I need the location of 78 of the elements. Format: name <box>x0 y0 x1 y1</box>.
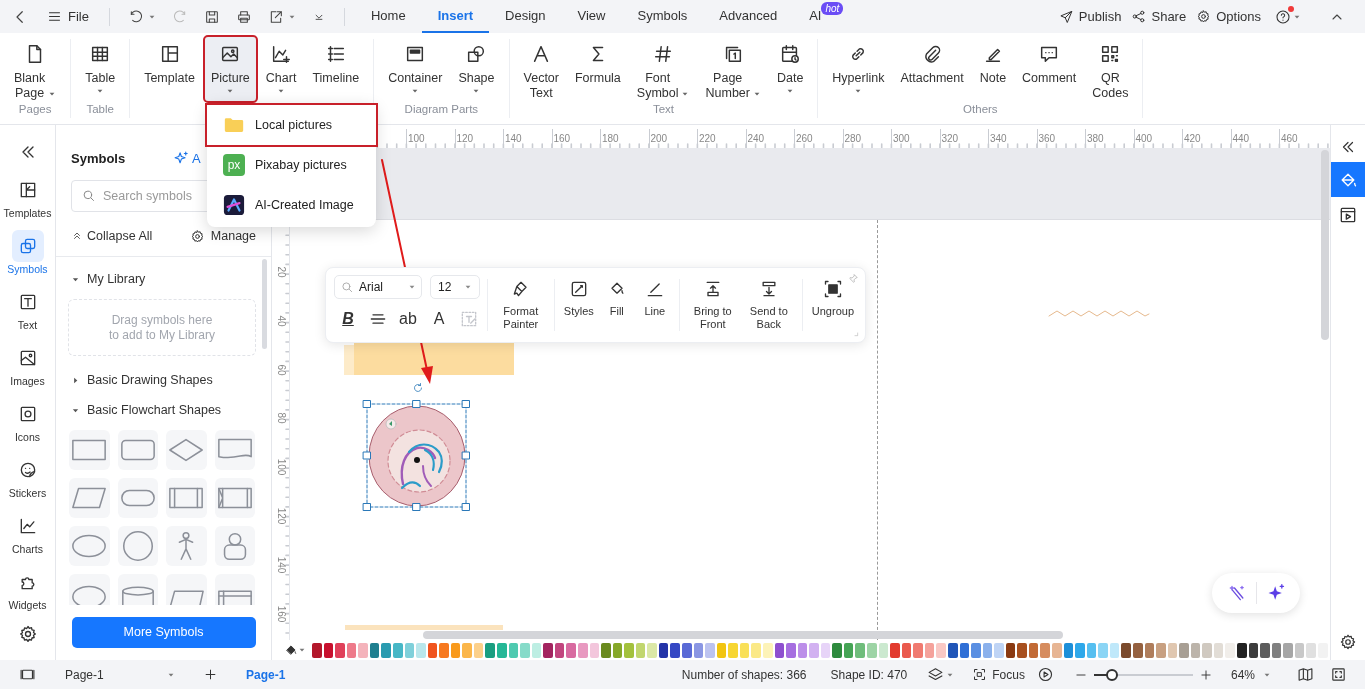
sidebar-tab[interactable]: Symbols <box>1 230 54 286</box>
ribbon-button[interactable]: Picture <box>204 37 256 101</box>
group-label: Diagram Parts <box>404 102 479 117</box>
format-button[interactable]: A <box>428 309 450 329</box>
collapse-all-button[interactable]: Collapse All <box>71 226 153 246</box>
sidebar-tab[interactable]: Stickers <box>1 454 54 510</box>
drop-zone: Drag symbols here to add to My Library <box>68 299 256 356</box>
ruler-label: 160 <box>275 604 287 624</box>
ai-button[interactable]: A <box>173 148 201 169</box>
ribbon-button[interactable]: QR Codes <box>1086 37 1135 101</box>
sidebar-tab[interactable]: Images <box>1 342 54 398</box>
menu-item[interactable]: Local pictures <box>207 105 376 145</box>
toolbar-button[interactable]: Ungroup <box>808 275 857 335</box>
ribbon-button[interactable]: Date <box>770 37 810 101</box>
ribbon-button[interactable]: Formula <box>568 37 627 101</box>
ruler-label: 60 <box>275 363 287 378</box>
group-label: Text <box>652 102 674 117</box>
menu-tab[interactable]: View <box>561 0 622 33</box>
shape-id: Shape ID: 470 <box>830 666 908 684</box>
format-button[interactable]: ab <box>397 309 419 329</box>
menu-tab[interactable]: Home <box>354 0 422 33</box>
ruler-label: 40 <box>275 314 287 329</box>
ribbon-button[interactable]: Comment <box>1016 37 1083 101</box>
toolbar-button[interactable]: Bring to Front <box>685 275 740 335</box>
page-tab[interactable]: Page-1 <box>240 665 292 684</box>
header-button[interactable]: Options <box>1196 6 1261 27</box>
sidebar-tab[interactable]: Templates <box>1 174 54 230</box>
ribbon-button[interactable]: Timeline <box>306 37 366 101</box>
font-select[interactable]: Arial <box>334 275 422 299</box>
size-select[interactable]: 12 <box>430 275 480 299</box>
menu-tab[interactable]: Design <box>489 0 562 33</box>
file-menu[interactable]: File <box>47 6 89 27</box>
header-button[interactable]: Publish <box>1058 6 1122 27</box>
ribbon-button[interactable]: Font Symbol <box>630 37 696 101</box>
format-button[interactable]: B <box>337 309 359 329</box>
ribbon-button[interactable]: Table <box>79 37 122 101</box>
pixabay-logo: px <box>223 154 245 176</box>
zoom-dropdown[interactable]: 64% <box>1230 665 1271 684</box>
ribbon-button[interactable]: Page Number <box>699 37 767 101</box>
ribbon-button[interactable]: Vector Text <box>517 37 565 101</box>
toolbar-button[interactable]: Format Painter <box>493 275 548 335</box>
hot-badge: hot <box>821 2 844 15</box>
section-header[interactable]: Basic Flowchart Shapes <box>71 400 222 420</box>
ruler-label: 20 <box>275 265 287 280</box>
ribbon-button[interactable]: Blank Page <box>8 37 63 101</box>
ribbon-button[interactable]: Chart <box>259 37 303 101</box>
manage-button[interactable]: Manage <box>189 226 256 246</box>
group-label: Pages <box>18 102 52 117</box>
section-header[interactable]: Basic Drawing Shapes <box>71 370 213 390</box>
ribbon-button[interactable]: Container <box>382 37 449 101</box>
sidebar-tab[interactable]: Widgets <box>1 566 54 622</box>
toolbar-button[interactable]: Fill <box>598 275 635 335</box>
ribbon-button[interactable]: Template <box>138 37 201 101</box>
ruler-label: 80 <box>275 411 287 426</box>
toolbar-button[interactable]: Line <box>636 275 673 335</box>
group-label: Others <box>963 102 998 117</box>
ribbon-button[interactable]: Note <box>973 37 1013 101</box>
toolbar-button[interactable]: Styles <box>560 275 597 335</box>
ruler-label: 120 <box>275 506 287 527</box>
menu-tab[interactable]: Advanced <box>703 0 794 33</box>
toolbar-button[interactable]: Send to Back <box>741 275 796 335</box>
panel-title: Symbols <box>71 149 127 168</box>
more-symbols-button[interactable]: More Symbols <box>71 617 256 648</box>
shape-count: Number of shapes: 366 <box>681 666 807 684</box>
ribbon-button[interactable]: Shape <box>452 37 501 101</box>
menu-tab[interactable]: Symbols <box>621 0 704 33</box>
sidebar-tab[interactable]: Charts <box>1 510 54 566</box>
group-label: Table <box>86 102 114 117</box>
section-header[interactable]: My Library <box>71 269 146 289</box>
header-button[interactable]: Share <box>1131 6 1187 27</box>
ruler-label: 140 <box>275 555 287 576</box>
ruler-label: 100 <box>275 457 287 478</box>
sidebar-tab[interactable]: Icons <box>1 398 54 454</box>
ribbon-button[interactable]: Hyperlink <box>826 37 891 101</box>
page-dropdown[interactable]: Page-1 <box>64 665 179 684</box>
ribbon-button[interactable]: Attachment <box>894 37 970 101</box>
focus-button[interactable]: Focus <box>972 665 1025 684</box>
sidebar-tab[interactable]: Text <box>1 286 54 342</box>
